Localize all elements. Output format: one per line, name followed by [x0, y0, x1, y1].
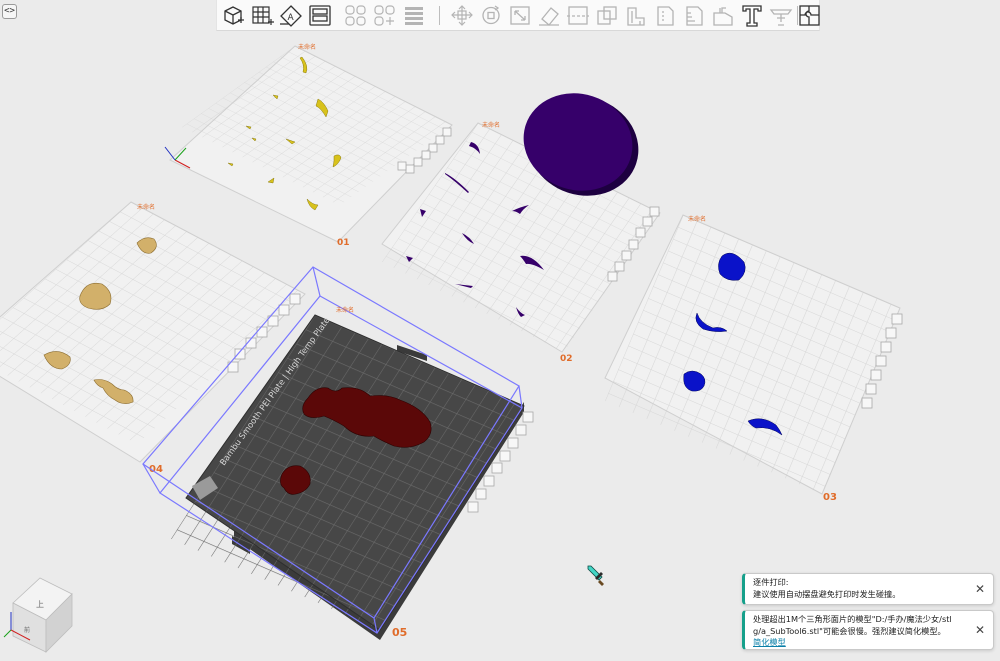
- rotate-icon[interactable]: [478, 3, 504, 28]
- lay-on-face-icon[interactable]: [536, 3, 562, 28]
- notification-text: g/a_SubTool6.stl"可能会很慢。强烈建议简化模型。: [753, 625, 946, 636]
- notification-print-by-object: 逐件打印: 建议使用自动摆盘避免打印时发生碰撞。 ✕: [742, 573, 994, 605]
- text-emboss-icon[interactable]: [739, 3, 765, 28]
- sidebar-toggle-button[interactable]: <>: [2, 4, 17, 19]
- grid-layout-icon[interactable]: [343, 3, 369, 28]
- close-icon[interactable]: ✕: [973, 623, 987, 637]
- color-paint-icon[interactable]: [710, 3, 736, 28]
- notification-text: 建议使用自动摆盘避免打印时发生碰撞。: [753, 588, 901, 599]
- view-cube-front-label[interactable]: 前: [24, 626, 30, 634]
- plate-05-number: 05: [392, 626, 407, 639]
- plate-02-name[interactable]: 未命名: [482, 121, 500, 129]
- plate-03[interactable]: 未命名 03: [604, 214, 903, 503]
- add-object-icon[interactable]: [220, 3, 246, 28]
- svg-text:A: A: [288, 13, 295, 23]
- paint-support-icon[interactable]: [623, 3, 649, 28]
- notification-large-model: 处理超出1M个三角形面片的模型"D:/手办/魔法少女/stl g/a_SubTo…: [742, 610, 994, 650]
- add-plate-icon[interactable]: [249, 3, 275, 28]
- plate-03-number: 03: [823, 492, 837, 503]
- boolean-icon[interactable]: [594, 3, 620, 28]
- scale-icon[interactable]: [507, 3, 533, 28]
- plate-01-number: 01: [337, 238, 350, 248]
- arrange-icon[interactable]: [307, 3, 333, 28]
- main-toolbar: A: [216, 0, 820, 31]
- plate-05-name[interactable]: 未命名: [336, 306, 354, 314]
- simplify-model-link[interactable]: 简化模型: [753, 637, 786, 649]
- split-parts-icon[interactable]: [797, 3, 820, 28]
- plate-03-name[interactable]: 未命名: [688, 215, 706, 223]
- close-icon[interactable]: ✕: [973, 582, 987, 596]
- assembly-icon[interactable]: [768, 3, 794, 28]
- notification-title: 逐件打印:: [753, 577, 789, 587]
- view-cube-top-label[interactable]: 上: [36, 600, 44, 609]
- plate-01-name[interactable]: 未命名: [298, 43, 316, 51]
- cut-icon[interactable]: [565, 3, 591, 28]
- auto-orient-icon[interactable]: A: [278, 3, 304, 28]
- measure-icon[interactable]: [681, 3, 707, 28]
- plate-02-number: 02: [560, 354, 573, 364]
- sword-cursor-icon: [587, 565, 604, 586]
- notification-text: 处理超出1M个三角形面片的模型"D:/手办/魔法少女/stl: [753, 614, 952, 624]
- move-icon[interactable]: [449, 3, 475, 28]
- plate-04-name[interactable]: 未命名: [137, 203, 155, 211]
- 3d-viewport[interactable]: 未命名 01 未命名 02 未命名 03 未命名 04 Bambu Smooth…: [0, 0, 1000, 657]
- view-cube[interactable]: 上 前: [3, 577, 73, 653]
- toolbar-separator: [439, 6, 440, 25]
- build-plate-scene[interactable]: 未命名 01 未命名 02 未命名 03 未命名 04 Bambu Smooth…: [0, 0, 1000, 657]
- paint-seam-icon[interactable]: [652, 3, 678, 28]
- list-layers-icon[interactable]: [401, 3, 427, 28]
- grid-split-icon[interactable]: [372, 3, 398, 28]
